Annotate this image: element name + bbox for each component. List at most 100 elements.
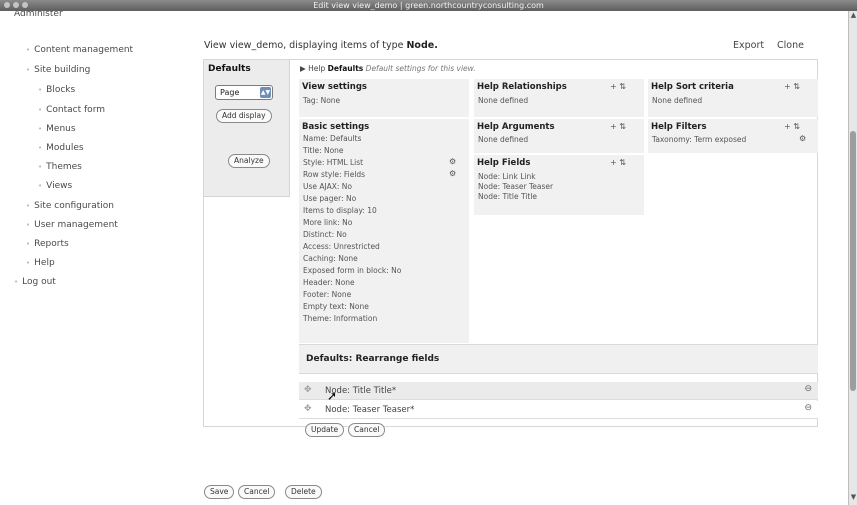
rearrange-cancel-button[interactable]: Cancel (348, 423, 386, 437)
filters-title: Help Filters (651, 122, 707, 132)
basic-settings-section: Basic settings Name: Defaults Title: Non… (299, 119, 469, 343)
setting-exposed-form[interactable]: Exposed form in block: No (303, 266, 401, 275)
remove-field-icon[interactable]: ⊖ (804, 384, 812, 394)
row-style-gear-icon[interactable]: ⚙ (449, 169, 456, 178)
delete-button[interactable]: Delete (285, 485, 322, 499)
display-description: Default settings for this view. (365, 64, 476, 73)
save-button[interactable]: Save (204, 485, 235, 499)
bullet-icon: • (38, 182, 43, 190)
field-item[interactable]: Node: Title Title (478, 192, 537, 201)
rearrange-title: Defaults: Rearrange fields (306, 354, 440, 364)
display-tabs: Defaults Page ▲▼ Add display Analyze (204, 60, 290, 197)
style-gear-icon[interactable]: ⚙ (449, 157, 456, 166)
table-row[interactable]: ✥ Node: Title Title* ⊖ (299, 382, 818, 400)
setting-caching[interactable]: Caching: None (303, 254, 358, 263)
setting-title[interactable]: Title: None (303, 146, 344, 155)
rearrange-actions: Update Cancel (299, 417, 818, 443)
setting-theme[interactable]: Theme: Information (303, 314, 377, 323)
window-controls[interactable] (4, 2, 28, 8)
bullet-icon: • (26, 46, 31, 54)
analyze-button[interactable]: Analyze (228, 154, 270, 168)
setting-distinct[interactable]: Distinct: No (303, 230, 347, 239)
display-type-select[interactable]: Page ▲▼ (215, 85, 273, 100)
mouse-cursor-icon: ➚ (327, 389, 338, 403)
tab-defaults[interactable]: Defaults (208, 64, 251, 74)
setting-row-style[interactable]: Row style: Fields (303, 170, 365, 179)
bullet-icon: • (26, 66, 31, 74)
setting-empty-text[interactable]: Empty text: None (303, 302, 369, 311)
bullet-icon: • (14, 278, 19, 286)
main-area: View view_demo, displaying items of type… (186, 11, 848, 505)
filters-section: Help Filters + ⇅ Taxonomy: Term exposed … (648, 119, 818, 153)
relationships-add-icon[interactable]: + ⇅ (610, 82, 626, 91)
sidebar-item-administer[interactable]: Administer (14, 11, 63, 19)
clone-link[interactable]: Clone (777, 40, 804, 51)
sidebar-item-modules[interactable]: • Modules (38, 143, 84, 153)
setting-style[interactable]: Style: HTML List (303, 158, 363, 167)
setting-use-ajax[interactable]: Use AJAX: No (303, 182, 352, 191)
sort-add-icon[interactable]: + ⇅ (784, 82, 800, 91)
bullet-icon: • (38, 125, 43, 133)
cancel-button[interactable]: Cancel (238, 485, 276, 499)
setting-header[interactable]: Header: None (303, 278, 355, 287)
basic-settings-title: Basic settings (302, 122, 370, 132)
help-link[interactable]: Help (308, 64, 325, 73)
fields-section: Help Fields + ⇅ Node: Link Link Node: Te… (474, 155, 644, 215)
arguments-body: None defined (478, 135, 529, 144)
remove-field-icon[interactable]: ⊖ (804, 403, 812, 413)
setting-access[interactable]: Access: Unrestricted (303, 242, 380, 251)
setting-name[interactable]: Name: Defaults (303, 134, 361, 143)
sort-body: None defined (652, 96, 703, 105)
update-button[interactable]: Update (305, 423, 345, 437)
field-item[interactable]: Node: Teaser Teaser (478, 182, 553, 191)
sidebar-item-site-building[interactable]: • Site building (26, 65, 90, 75)
tag-setting[interactable]: Tag: None (303, 96, 340, 105)
bullet-icon: • (38, 144, 43, 152)
export-link[interactable]: Export (733, 40, 764, 51)
window-title: Edit view view_demo | green.northcountry… (313, 1, 544, 10)
sidebar-item-themes[interactable]: • Themes (38, 162, 82, 172)
setting-use-pager[interactable]: Use pager: No (303, 194, 356, 203)
sidebar-item-site-configuration[interactable]: • Site configuration (26, 201, 114, 211)
page-content: Administer • Content management • Site bui… (0, 11, 848, 505)
sidebar-item-menus[interactable]: • Menus (38, 124, 76, 134)
arguments-add-icon[interactable]: + ⇅ (610, 122, 626, 131)
bullet-icon: • (26, 202, 31, 210)
setting-more-link[interactable]: More link: No (303, 218, 352, 227)
filter-item[interactable]: Taxonomy: Term exposed (652, 135, 746, 144)
sidebar-item-contact-form[interactable]: • Contact form (38, 105, 105, 115)
sidebar-item-log-out[interactable]: • Log out (14, 277, 56, 287)
scroll-thumb[interactable] (850, 131, 856, 391)
drag-handle-icon[interactable]: ✥ (304, 385, 312, 395)
filter-gear-icon[interactable]: ⚙ (799, 134, 806, 143)
scroll-up-icon[interactable]: ▲ (849, 11, 857, 23)
relationships-title: Help Relationships (477, 82, 567, 92)
view-heading: View view_demo, displaying items of type… (204, 40, 438, 51)
arguments-section: Help Arguments + ⇅ None defined (474, 119, 644, 153)
drag-handle-icon[interactable]: ✥ (304, 404, 312, 414)
fields-add-icon[interactable]: + ⇅ (610, 158, 626, 167)
filters-add-icon[interactable]: + ⇅ (784, 122, 800, 131)
bullet-icon: • (26, 221, 31, 229)
bullet-icon: • (38, 163, 43, 171)
setting-items-to-display[interactable]: Items to display: 10 (303, 206, 377, 215)
bullet-icon: • (38, 106, 43, 114)
sidebar-item-blocks[interactable]: • Blocks (38, 85, 75, 95)
sort-criteria-title: Help Sort criteria (651, 82, 734, 92)
admin-sidebar: Administer • Content management • Site bui… (0, 11, 186, 505)
sidebar-item-content-management[interactable]: • Content management (26, 45, 133, 55)
view-settings-title: View settings (302, 82, 367, 92)
breadcrumb: ▶ Help Defaults Default settings for thi… (300, 64, 476, 73)
sidebar-item-help[interactable]: • Help (26, 258, 55, 268)
sidebar-item-user-management[interactable]: • User management (26, 220, 118, 230)
sidebar-item-reports[interactable]: • Reports (26, 239, 69, 249)
add-display-button[interactable]: Add display (216, 109, 272, 123)
bullet-icon: • (26, 240, 31, 248)
field-item[interactable]: Node: Link Link (478, 172, 536, 181)
setting-footer[interactable]: Footer: None (303, 290, 351, 299)
vertical-scrollbar[interactable]: ▲ ▼ (848, 11, 857, 505)
rearrange-header: Defaults: Rearrange fields (299, 344, 818, 374)
sidebar-item-views[interactable]: • Views (38, 181, 72, 191)
scroll-down-icon[interactable]: ▼ (849, 493, 857, 505)
bullet-icon: • (38, 86, 43, 94)
